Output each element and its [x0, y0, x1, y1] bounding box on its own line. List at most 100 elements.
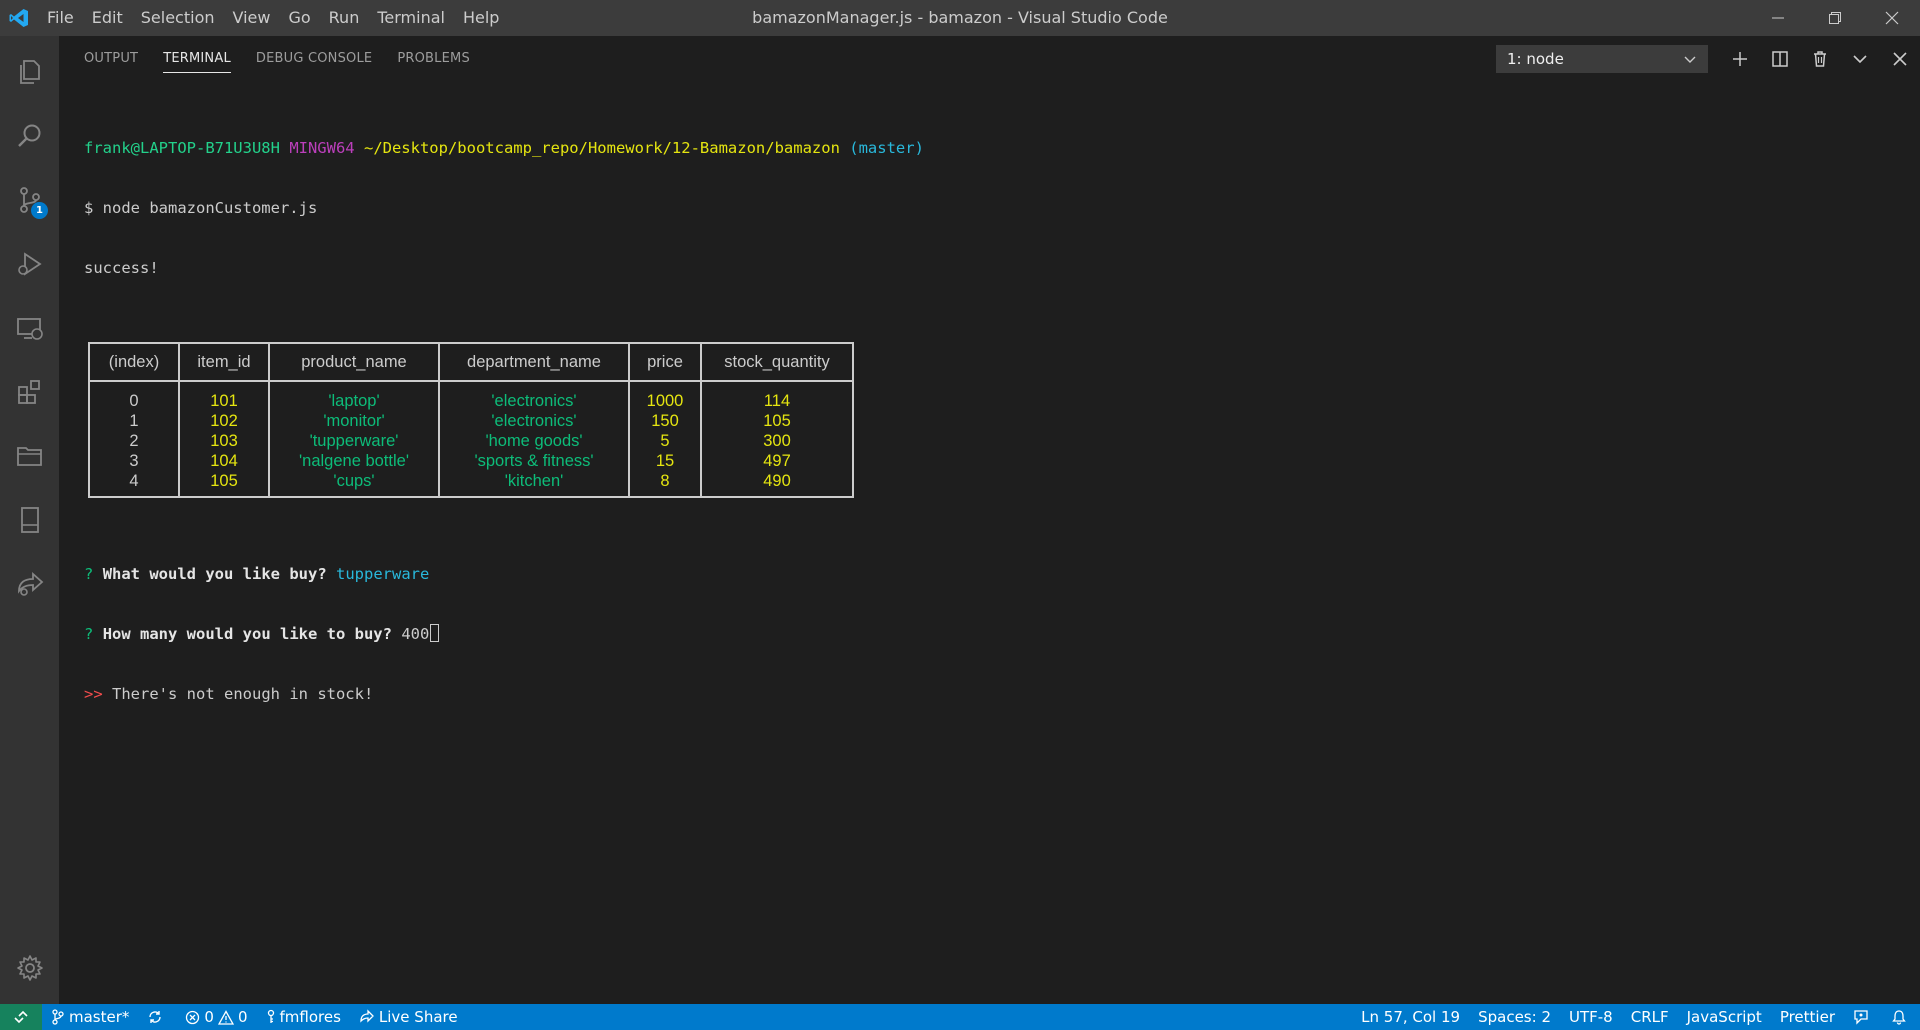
chevron-down-icon — [1853, 55, 1867, 64]
minimize-button[interactable] — [1749, 0, 1806, 36]
cell-stock-quantity: 105 — [700, 411, 854, 431]
line-ending-label: CRLF — [1630, 1008, 1669, 1026]
indentation-label: Spaces: 2 — [1478, 1008, 1551, 1026]
column-header-stock-quantity: stock_quantity — [700, 342, 854, 382]
remote-indicator[interactable] — [0, 1004, 42, 1030]
cell-price: 1000 — [628, 381, 702, 411]
maximize-panel-button[interactable] — [1840, 36, 1880, 82]
status-bar-right: Ln 57, Col 19 Spaces: 2 UTF-8 CRLF JavaS… — [1352, 1004, 1920, 1030]
search-icon[interactable] — [0, 106, 59, 166]
warning-icon — [217, 1009, 234, 1025]
sync-icon — [149, 1011, 162, 1023]
table-row: 1 102 'monitor' 'electronics' 150 105 — [88, 411, 854, 431]
sync-button[interactable] — [138, 1004, 176, 1030]
close-window-button[interactable] — [1863, 0, 1920, 36]
split-terminal-button[interactable] — [1760, 36, 1800, 82]
close-icon — [1893, 52, 1907, 66]
activity-bar: 1 — [0, 36, 59, 1004]
menu-view[interactable]: View — [224, 0, 280, 36]
menu-edit[interactable]: Edit — [83, 0, 132, 36]
menu-bar: File Edit Selection View Go Run Terminal… — [38, 0, 508, 36]
terminal-panel: OUTPUT TERMINAL DEBUG CONSOLE PROBLEMS 1… — [59, 36, 1920, 1004]
language-mode[interactable]: JavaScript — [1678, 1004, 1771, 1030]
menu-terminal[interactable]: Terminal — [368, 0, 454, 36]
notifications-button[interactable] — [1882, 1004, 1920, 1030]
cell-product-name: 'nalgene bottle' — [268, 451, 440, 471]
formatter-label: Prettier — [1779, 1008, 1835, 1026]
language-mode-label: JavaScript — [1686, 1008, 1762, 1026]
live-share-label: Live Share — [378, 1008, 458, 1026]
user-indicator[interactable]: fmflores — [257, 1004, 350, 1030]
question-1-text: What would you like buy? — [102, 565, 327, 583]
products-table: (index) item_id product_name department_… — [88, 342, 854, 498]
table-row: 2 103 'tupperware' 'home goods' 5 300 — [88, 431, 854, 451]
folder-icon[interactable] — [0, 426, 59, 486]
tab-output[interactable]: OUTPUT — [84, 36, 138, 82]
question-1-line: ? What would you like buy? tupperware — [84, 564, 924, 584]
extensions-icon[interactable] — [0, 362, 59, 422]
line-ending[interactable]: CRLF — [1622, 1004, 1678, 1030]
cell-department-name: 'home goods' — [438, 431, 630, 451]
menu-selection[interactable]: Selection — [132, 0, 224, 36]
source-control-icon[interactable]: 1 — [0, 170, 59, 230]
cell-department-name: 'kitchen' — [438, 471, 630, 498]
run-debug-icon[interactable] — [0, 234, 59, 294]
menu-go[interactable]: Go — [279, 0, 319, 36]
indentation[interactable]: Spaces: 2 — [1469, 1004, 1560, 1030]
remote-icon — [14, 1010, 28, 1024]
cell-item-id: 104 — [178, 451, 270, 471]
formatter[interactable]: Prettier — [1771, 1004, 1844, 1030]
cell-department-name: 'sports & fitness' — [438, 451, 630, 471]
prompt-env: MINGW64 — [289, 139, 355, 157]
prompt-branch: (master) — [849, 139, 924, 157]
table-row: 4 105 'cups' 'kitchen' 8 490 — [88, 471, 854, 498]
cell-index: 2 — [88, 431, 180, 451]
menu-file[interactable]: File — [38, 0, 83, 36]
cell-department-name: 'electronics' — [438, 381, 630, 411]
cell-stock-quantity: 300 — [700, 431, 854, 451]
warning-count: 0 — [237, 1008, 248, 1026]
terminal-select-value: 1: node — [1507, 50, 1564, 68]
menu-help[interactable]: Help — [454, 0, 508, 36]
split-icon — [1772, 51, 1788, 67]
feedback-button[interactable] — [1844, 1004, 1882, 1030]
status-bar: master* 0 0 fmflores Live Share Ln 57, C… — [0, 1004, 1920, 1030]
error-text: There's not enough in stock! — [112, 685, 374, 703]
close-panel-button[interactable] — [1880, 36, 1920, 82]
new-terminal-button[interactable] — [1720, 36, 1760, 82]
trash-icon — [1814, 51, 1826, 67]
terminal-select[interactable]: 1: node — [1496, 45, 1708, 73]
window-controls — [1749, 0, 1920, 36]
restore-button[interactable] — [1806, 0, 1863, 36]
plus-icon — [1733, 52, 1747, 66]
cell-product-name: 'laptop' — [268, 381, 440, 411]
live-share-icon[interactable] — [0, 554, 59, 614]
problems-indicator[interactable]: 0 0 — [176, 1004, 256, 1030]
question-2-line: ? How many would you like to buy? 400 — [84, 624, 924, 644]
cursor-position[interactable]: Ln 57, Col 19 — [1352, 1004, 1469, 1030]
tab-problems[interactable]: PROBLEMS — [397, 36, 470, 82]
explorer-icon[interactable] — [0, 42, 59, 102]
column-header-price: price — [628, 342, 702, 382]
branch-indicator[interactable]: master* — [42, 1004, 138, 1030]
notebook-icon[interactable] — [0, 490, 59, 550]
kill-terminal-button[interactable] — [1800, 36, 1840, 82]
tab-debug-console[interactable]: DEBUG CONSOLE — [256, 36, 372, 82]
question-2-answer: 400 — [401, 625, 430, 643]
gear-icon[interactable] — [0, 938, 59, 998]
table-row: 0 101 'laptop' 'electronics' 1000 114 — [88, 381, 854, 411]
cell-product-name: 'tupperware' — [268, 431, 440, 451]
vscode-logo-icon — [0, 0, 38, 36]
live-share-button[interactable]: Live Share — [350, 1004, 467, 1030]
menu-run[interactable]: Run — [320, 0, 369, 36]
question-1-answer: tupperware — [336, 565, 430, 583]
cell-item-id: 105 — [178, 471, 270, 498]
remote-explorer-icon[interactable] — [0, 298, 59, 358]
key-icon — [267, 1009, 274, 1023]
column-header-department-name: department_name — [438, 342, 630, 382]
tab-terminal[interactable]: TERMINAL — [163, 36, 231, 82]
terminal-output[interactable]: frank@LAPTOP-B71U3U8H MINGW64 ~/Desktop/… — [84, 98, 924, 744]
cell-price: 15 — [628, 451, 702, 471]
encoding[interactable]: UTF-8 — [1560, 1004, 1622, 1030]
encoding-label: UTF-8 — [1568, 1008, 1613, 1026]
